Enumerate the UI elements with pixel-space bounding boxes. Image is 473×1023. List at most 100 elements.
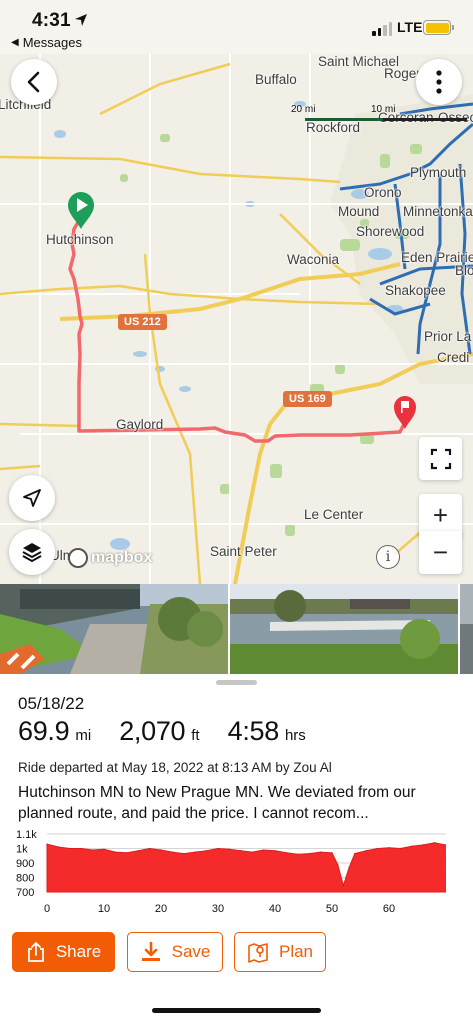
ride-departed-info: Ride departed at May 18, 2022 at 8:13 AM… bbox=[18, 760, 332, 775]
map-layers-button[interactable] bbox=[9, 529, 55, 575]
signal-icon bbox=[372, 22, 392, 36]
battery-icon bbox=[423, 20, 454, 35]
distance-value: 69.9 bbox=[18, 716, 70, 746]
route-map[interactable]: Saint Michael Rogers Buffalo Litchfield … bbox=[0, 54, 473, 584]
layers-icon bbox=[22, 543, 42, 563]
elevation-point bbox=[46, 843, 48, 845]
share-icon bbox=[27, 942, 44, 962]
locate-me-button[interactable] bbox=[9, 475, 55, 521]
home-indicator[interactable] bbox=[152, 1008, 321, 1013]
y-tick-label: 700 bbox=[16, 887, 34, 899]
status-bar: 4:31 ◀ Messages LTE bbox=[0, 0, 473, 54]
mapbox-logo: mapbox bbox=[68, 548, 152, 568]
save-button[interactable]: Save bbox=[127, 932, 223, 972]
elevation-point bbox=[171, 851, 173, 853]
minus-icon: − bbox=[432, 537, 449, 567]
elevation-point bbox=[377, 847, 379, 850]
map-label: Hutchinson bbox=[46, 232, 114, 247]
elevation-point bbox=[308, 853, 310, 855]
photo-thumbnail[interactable] bbox=[230, 584, 458, 674]
elevation-point bbox=[399, 847, 401, 850]
elevation-point bbox=[149, 847, 151, 850]
elevation-point bbox=[160, 849, 162, 851]
drag-handle[interactable] bbox=[216, 680, 257, 685]
location-arrow-icon bbox=[75, 14, 87, 26]
elevation-point bbox=[217, 847, 219, 850]
elevation-point bbox=[137, 850, 139, 852]
elevation-point bbox=[342, 884, 344, 887]
fullscreen-button[interactable] bbox=[419, 437, 462, 480]
distance-unit: mi bbox=[75, 727, 92, 744]
elevation-chart[interactable]: 1.1k 1k 900 800 700 0 10 20 30 40 50 60 bbox=[0, 826, 473, 918]
highway-shield: US 212 bbox=[118, 314, 167, 330]
share-label: Share bbox=[55, 942, 102, 961]
map-label: Saint Peter bbox=[210, 544, 277, 559]
elevation-value: 2,070 bbox=[119, 716, 186, 746]
ride-description[interactable]: Hutchinson MN to New Prague MN. We devia… bbox=[18, 782, 458, 824]
x-tick-label: 50 bbox=[326, 903, 338, 915]
elevation-point bbox=[126, 852, 128, 854]
map-label: Buffalo bbox=[255, 72, 297, 87]
info-icon: i bbox=[385, 549, 391, 565]
elevation-point bbox=[444, 844, 446, 846]
navigation-arrow-icon bbox=[23, 489, 41, 507]
map-label: Shorewood bbox=[356, 224, 425, 239]
share-button[interactable]: Share bbox=[12, 932, 115, 972]
plan-label: Plan bbox=[278, 942, 314, 961]
expand-icon bbox=[430, 448, 451, 469]
map-base bbox=[0, 54, 473, 584]
y-tick-label: 1.1k bbox=[16, 829, 37, 841]
photo-thumbnail[interactable] bbox=[0, 584, 228, 674]
elevation-point bbox=[297, 853, 299, 855]
y-tick-label: 800 bbox=[16, 873, 34, 885]
more-vertical-icon bbox=[436, 70, 442, 94]
back-to-app-link[interactable]: ◀ Messages bbox=[11, 35, 82, 50]
x-tick-label: 20 bbox=[155, 903, 167, 915]
map-scale: 20 mi 10 mi bbox=[291, 104, 469, 126]
start-marker-icon[interactable] bbox=[66, 190, 96, 230]
network-label: LTE bbox=[397, 19, 423, 35]
y-tick-label: 1k bbox=[16, 844, 28, 856]
status-time: 4:31 bbox=[32, 10, 71, 31]
back-triangle-icon: ◀ bbox=[11, 37, 19, 48]
elevation-point bbox=[422, 844, 424, 846]
more-options-button[interactable] bbox=[416, 59, 462, 105]
ride-stats: 69.9 mi 2,070 ft 4:58 hrs bbox=[18, 716, 334, 747]
duration-value: 4:58 bbox=[227, 716, 280, 746]
ride-photos[interactable] bbox=[0, 584, 473, 674]
end-marker-icon[interactable] bbox=[392, 394, 418, 430]
elevation-point bbox=[263, 849, 265, 851]
elevation-unit: ft bbox=[191, 727, 200, 744]
duration-unit: hrs bbox=[284, 727, 306, 744]
elevation-point bbox=[365, 850, 367, 852]
x-tick-label: 10 bbox=[98, 903, 110, 915]
x-tick-label: 60 bbox=[383, 903, 395, 915]
elevation-point bbox=[388, 847, 390, 849]
x-tick-label: 0 bbox=[44, 903, 50, 915]
back-button[interactable] bbox=[11, 59, 57, 105]
download-icon bbox=[141, 941, 160, 961]
plan-button[interactable]: Plan bbox=[234, 932, 326, 972]
elevation-point bbox=[206, 850, 208, 852]
elevation-point bbox=[69, 847, 71, 850]
elevation-point bbox=[434, 842, 436, 844]
zoom-out-button[interactable]: − bbox=[419, 531, 462, 574]
map-label: Gaylord bbox=[116, 417, 164, 432]
map-label: Mound bbox=[338, 204, 380, 219]
elevation-point bbox=[348, 866, 350, 868]
map-info-button[interactable]: i bbox=[376, 545, 400, 569]
back-app-label: Messages bbox=[22, 35, 82, 50]
elevation-point bbox=[80, 847, 82, 850]
map-label: Prior La bbox=[424, 329, 472, 344]
elevation-point bbox=[337, 863, 339, 866]
save-label: Save bbox=[171, 942, 211, 961]
elevation-point bbox=[274, 850, 276, 852]
map-label: Le Center bbox=[304, 507, 364, 522]
elevation-area bbox=[46, 842, 446, 893]
x-tick-label: 30 bbox=[212, 903, 224, 915]
highway-shield: US 169 bbox=[283, 391, 332, 407]
elevation-point bbox=[194, 851, 196, 853]
map-label: Credi bbox=[437, 350, 470, 365]
map-pin-icon bbox=[248, 943, 268, 963]
photo-thumbnail[interactable] bbox=[460, 584, 473, 674]
